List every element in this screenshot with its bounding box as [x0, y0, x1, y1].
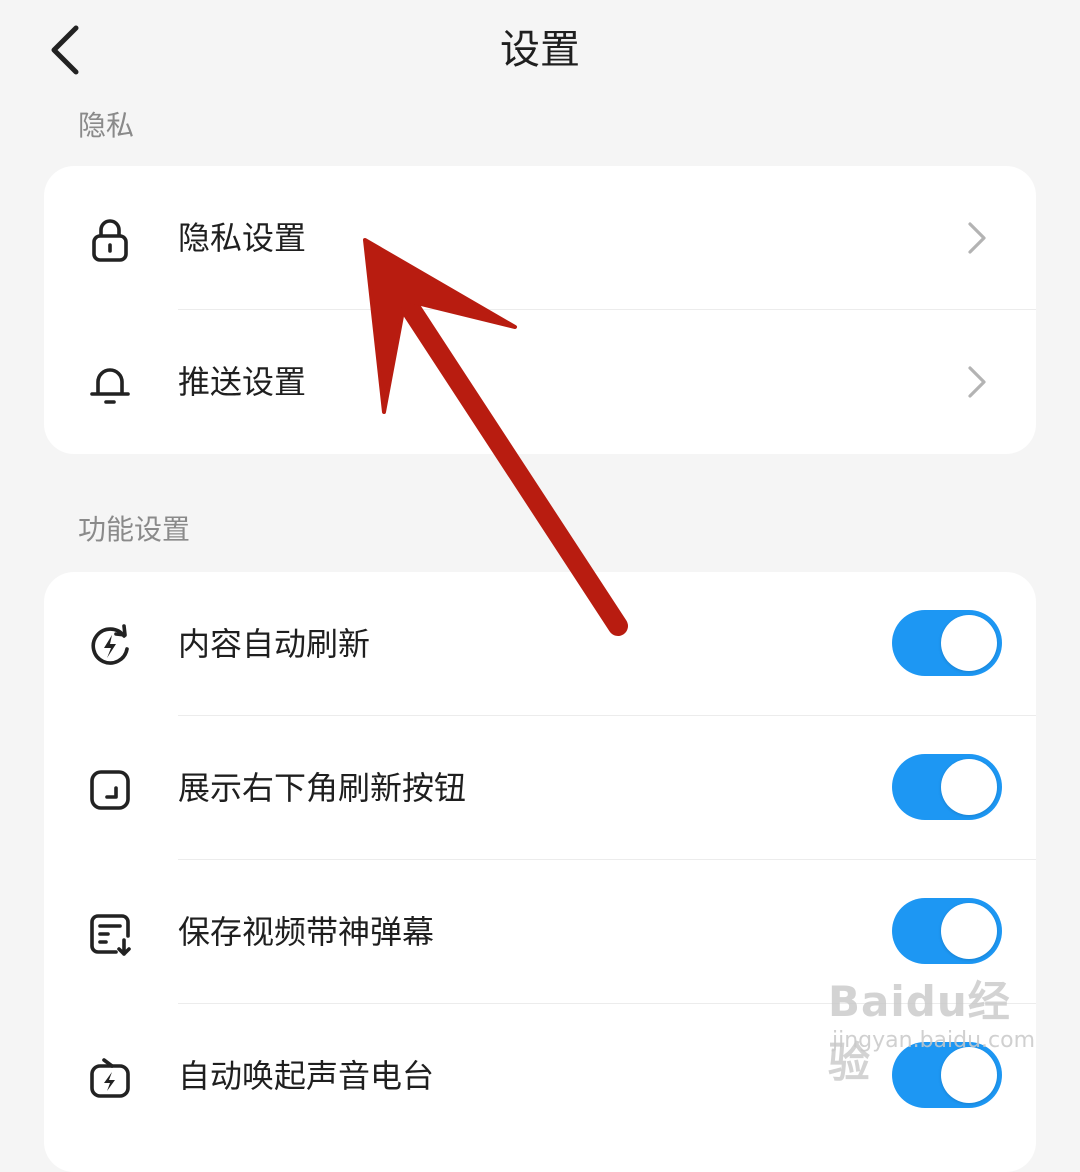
auto-refresh-row: 内容自动刷新	[44, 572, 1036, 716]
section-label-privacy: 隐私	[78, 109, 135, 142]
radio-icon	[90, 1058, 130, 1098]
danmaku-save-icon	[90, 914, 131, 956]
page-title: 设置	[500, 27, 580, 73]
toggle-knob	[941, 615, 997, 671]
auto-radio-label: 自动唤起声音电台	[178, 1057, 435, 1095]
push-settings-label: 推送设置	[178, 363, 307, 401]
save-video-danmaku-toggle[interactable]	[892, 898, 1002, 964]
watermark-url: jingyan.baidu.com	[832, 1028, 1036, 1053]
auto-refresh-label: 内容自动刷新	[178, 625, 371, 663]
toggle-knob	[941, 903, 997, 959]
nav-bar: 设置	[0, 0, 1080, 100]
auto-refresh-toggle[interactable]	[892, 610, 1002, 676]
privacy-settings-row[interactable]: 隐私设置	[44, 166, 1036, 310]
lock-icon	[92, 219, 128, 262]
baidu-watermark: Baidu经验 jingyan.baidu.com	[828, 968, 1048, 1087]
bell-icon	[90, 368, 130, 404]
push-settings-row[interactable]: 推送设置	[44, 310, 1036, 454]
privacy-card: 隐私设置 推送设置	[44, 166, 1036, 454]
corner-refresh-button-toggle[interactable]	[892, 754, 1002, 820]
corner-refresh-button-label: 展示右下角刷新按钮	[178, 769, 467, 807]
auto-refresh-icon	[91, 624, 129, 665]
corner-refresh-button-row: 展示右下角刷新按钮	[44, 716, 1036, 860]
chevron-right-icon	[968, 366, 986, 398]
chevron-right-icon	[968, 222, 986, 254]
privacy-settings-label: 隐私设置	[178, 219, 307, 257]
corner-button-icon	[90, 770, 130, 810]
save-video-danmaku-label: 保存视频带神弹幕	[178, 913, 435, 951]
toggle-knob	[941, 759, 997, 815]
section-label-features: 功能设置	[78, 513, 191, 546]
